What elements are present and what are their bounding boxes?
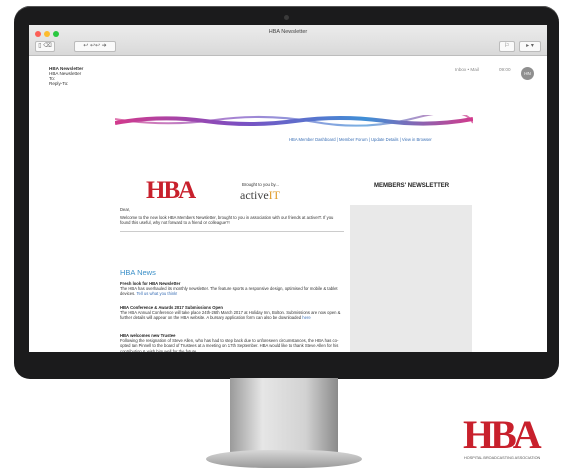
- news-item-text: Following the resignation of Steve Allen…: [120, 338, 339, 352]
- feedback-link[interactable]: Tell us what you think!: [136, 291, 177, 296]
- window-title: HBA Newsletter: [268, 29, 308, 35]
- archive-button[interactable]: ▯ ⌫: [35, 41, 55, 52]
- news-item: Fresh look for HBA Newsletter The HBA ha…: [120, 281, 344, 297]
- hba-corner-logo: HBA: [463, 412, 542, 457]
- hba-logo: HBA: [146, 177, 196, 204]
- move-button[interactable]: ▸ ▾: [519, 41, 541, 52]
- message-time: 09:00: [499, 67, 511, 72]
- brought-by-text: Brought to you by...: [242, 182, 279, 187]
- reply-buttons[interactable]: ↩ ↩↩ ➜: [74, 41, 116, 52]
- avatar: HN: [521, 67, 534, 80]
- newsletter-sidebar: [350, 205, 472, 352]
- inbox-label: Inbox • Mail: [455, 67, 479, 72]
- monitor-base: [206, 450, 362, 468]
- reply-to-label: Reply-To:: [49, 81, 69, 86]
- news-item: HBA welcomes new Trustee Following the r…: [120, 333, 344, 352]
- title-bar: HBA Newsletter ▯ ⌫ ↩ ↩↩ ➜ ⚐ ▸ ▾: [29, 25, 547, 56]
- intro-text: Welcome to the new look HBA Members News…: [120, 215, 334, 226]
- flag-button[interactable]: ⚐: [499, 41, 515, 52]
- hba-corner-subtitle: HOSPITAL BROADCASTING ASSOCIATION: [464, 456, 541, 460]
- mail-window: HBA Newsletter ▯ ⌫ ↩ ↩↩ ➜ ⚐ ▸ ▾ HBA News…: [29, 25, 547, 352]
- download-link[interactable]: here: [302, 315, 310, 320]
- wave-banner: [115, 115, 473, 127]
- members-newsletter-title: MEMBERS' NEWSLETTER: [374, 183, 450, 189]
- newsletter-links[interactable]: HBA Member Dashboard | Member Forum | Up…: [289, 137, 432, 142]
- hba-news-heading: HBA News: [120, 268, 156, 277]
- monitor-stand: [230, 378, 338, 453]
- activeit-logo: activeIT: [240, 188, 280, 202]
- greeting: Dear,: [120, 207, 131, 212]
- camera-icon: [284, 15, 289, 20]
- news-item: HBA Conference & Awards 2017 Submissions…: [120, 305, 344, 321]
